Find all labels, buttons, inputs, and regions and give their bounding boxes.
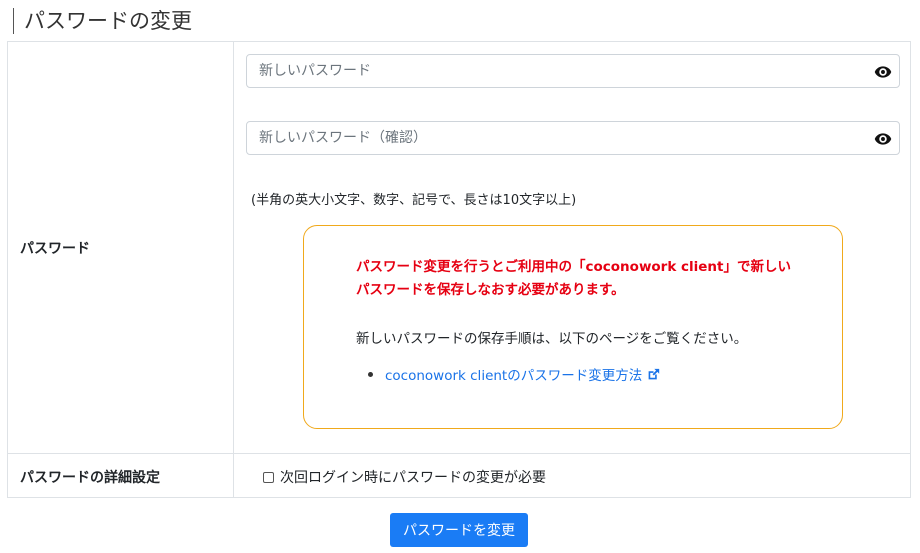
password-detail-label: パスワードの詳細設定 <box>20 470 160 486</box>
procedure-text: 新しいパスワードの保存手順は、以下のページをご覧ください。 <box>356 331 748 347</box>
password-requirements-hint: (半角の英大小文字、数字、記号で、長さは10文字以上) <box>251 193 577 208</box>
password-label: パスワード <box>20 241 90 257</box>
eye-icon[interactable] <box>873 130 893 148</box>
page-title-bar: パスワードの変更 <box>13 8 192 34</box>
external-link-icon[interactable] <box>647 368 660 381</box>
eye-icon[interactable] <box>873 63 893 81</box>
password-label-cell: パスワード <box>8 42 234 453</box>
bullet <box>368 371 373 377</box>
list-item: coconowork clientのパスワード変更方法 <box>368 364 660 384</box>
new-password-field[interactable] <box>246 54 900 88</box>
password-detail-label-cell: パスワードの詳細設定 <box>8 454 234 497</box>
new-password-input[interactable] <box>247 55 847 87</box>
password-change-help-link[interactable]: coconowork clientのパスワード変更方法 <box>385 364 642 384</box>
confirm-password-field[interactable] <box>246 121 900 155</box>
change-password-button[interactable]: パスワードを変更 <box>390 513 528 547</box>
page-title: パスワードの変更 <box>24 9 192 33</box>
require-change-option: 次回ログイン時にパスワードの変更が必要 <box>263 467 546 487</box>
require-change-label[interactable]: 次回ログイン時にパスワードの変更が必要 <box>280 467 546 487</box>
password-row: パスワード (半角の英大小文字、数字、記号で、長さは10文字以上) パスワード変… <box>8 42 910 454</box>
require-change-checkbox[interactable] <box>263 471 274 483</box>
client-warning-text: パスワード変更を行うとご利用中の「coconowork client」で新しいパ… <box>356 259 791 298</box>
confirm-password-input[interactable] <box>247 122 847 154</box>
password-form-table: パスワード (半角の英大小文字、数字、記号で、長さは10文字以上) パスワード変… <box>7 41 911 498</box>
client-notice-box: パスワード変更を行うとご利用中の「coconowork client」で新しいパ… <box>303 225 843 429</box>
password-detail-row: パスワードの詳細設定 次回ログイン時にパスワードの変更が必要 <box>8 454 910 497</box>
